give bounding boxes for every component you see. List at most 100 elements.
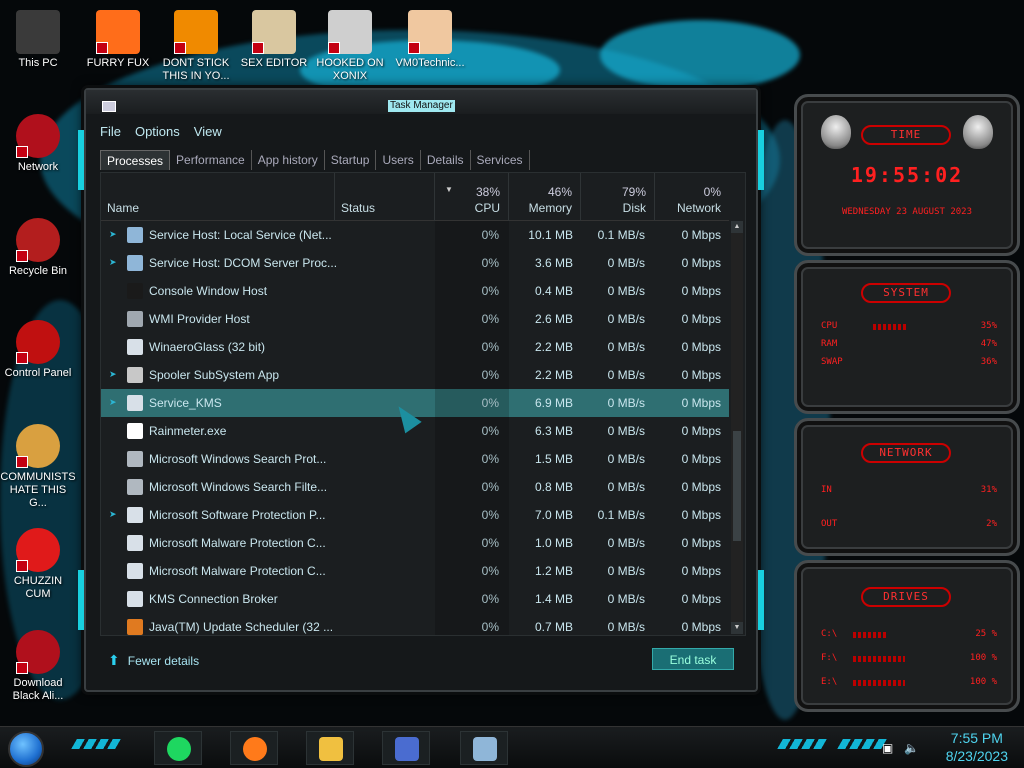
process-row[interactable]: Java(TM) Update Scheduler (32 ... 0% 0.7 M…: [101, 613, 729, 635]
process-row[interactable]: Microsoft Windows Search Prot... 0% 1.5 MB…: [101, 445, 729, 473]
tab-app-history[interactable]: App history: [252, 150, 325, 170]
end-task-button[interactable]: End task: [652, 648, 734, 670]
drives-gadget-title: DRIVES: [861, 587, 951, 607]
process-row[interactable]: Microsoft Windows Search Filte... 0% 0.8 M…: [101, 473, 729, 501]
process-row[interactable]: KMS Connection Broker 0% 1.4 MB 0 MB/s 0 Mbp…: [101, 585, 729, 613]
scrollbar-thumb[interactable]: [733, 431, 741, 541]
tab-processes[interactable]: Processes: [100, 150, 171, 170]
desktop-icon[interactable]: HOOKED ON XONIX: [312, 10, 388, 83]
task-manager-app-icon: [102, 101, 116, 112]
desktop-icon[interactable]: COMMUNISTS HATE THIS G...: [0, 424, 76, 510]
process-row[interactable]: Microsoft Malware Protection C... 0% 1.0 M…: [101, 529, 729, 557]
process-network: 0 Mbps: [681, 396, 721, 410]
column-header-disk[interactable]: 79% Disk: [581, 173, 655, 221]
expand-chevron-icon[interactable]: ➤: [109, 397, 117, 407]
process-row[interactable]: WinaeroGlass (32 bit) 0% 2.2 MB 0 MB/s 0 Mbp…: [101, 333, 729, 361]
process-memory: 6.9 MB: [534, 396, 573, 410]
volume-tray-icon[interactable]: 🔈: [904, 741, 919, 755]
process-cpu: 0%: [481, 508, 499, 522]
shortcut-arrow-icon: [328, 42, 340, 54]
desktop-icon[interactable]: CHUZZIN CUM: [0, 528, 76, 601]
taskbar-pin[interactable]: [154, 731, 202, 765]
process-row[interactable]: Microsoft Malware Protection C... 0% 1.2 M…: [101, 557, 729, 585]
scroll-down-icon[interactable]: ▼: [731, 622, 743, 634]
desktop-icon[interactable]: VM0Technic...: [392, 10, 468, 70]
tab-startup[interactable]: Startup: [325, 150, 377, 170]
start-button[interactable]: [8, 731, 44, 767]
desktop-icon[interactable]: Download Black Ali...: [0, 630, 76, 703]
network-icon: [16, 114, 60, 158]
process-name: Java(TM) Update Scheduler (32 ...: [149, 620, 334, 634]
process-network: 0 Mbps: [681, 592, 721, 606]
taskbar-pin[interactable]: [382, 731, 430, 765]
process-row[interactable]: ➤ Service Host: DCOM Server Proc... 0% 3.6 …: [101, 249, 729, 277]
process-row[interactable]: ➤ Spooler SubSystem App 0% 2.2 MB 0 MB/s 0 Mb…: [101, 361, 729, 389]
column-name-label: Name: [107, 201, 140, 215]
menu-view[interactable]: View: [194, 124, 222, 142]
column-memory-label: Memory: [528, 201, 572, 215]
column-header-name[interactable]: Name: [101, 173, 335, 221]
process-row[interactable]: ➤ Service Host: Local Service (Net... 0% 10…: [101, 221, 729, 249]
taskbar-pin[interactable]: [460, 731, 508, 765]
process-memory: 2.6 MB: [534, 312, 573, 326]
taskbar-pin[interactable]: [306, 731, 354, 765]
process-disk: 0 MB/s: [607, 480, 645, 494]
fewer-details-link[interactable]: ⬆ Fewer details: [108, 652, 199, 669]
title-bar[interactable]: Task Manager: [86, 90, 756, 114]
tab-services[interactable]: Services: [471, 150, 530, 170]
network-tray-icon[interactable]: ▣: [882, 741, 893, 755]
column-header-cpu[interactable]: ▼ 38% CPU: [435, 173, 509, 221]
tab-users[interactable]: Users: [376, 150, 421, 170]
taskbar-pin[interactable]: [230, 731, 278, 765]
column-header-status[interactable]: Status: [335, 173, 435, 221]
process-cpu: 0%: [481, 452, 499, 466]
system-gadget-title: SYSTEM: [861, 283, 951, 303]
desktop-icon-label: SEX EDITOR: [240, 57, 308, 69]
desktop-icon-label: FURRY FUX: [86, 57, 150, 69]
menu-options[interactable]: Options: [135, 124, 180, 142]
tab-details[interactable]: Details: [421, 150, 471, 170]
desktop-icon[interactable]: DONT STICK THIS IN YO...: [158, 10, 234, 83]
process-row[interactable]: WMI Provider Host 0% 2.6 MB 0 MB/s 0 Mbps: [101, 305, 729, 333]
task-manager-window: Task Manager File Options View Processes…: [78, 88, 764, 692]
taskbar-clock[interactable]: 7:55 PM 8/23/2023: [946, 729, 1008, 765]
process-network: 0 Mbps: [681, 620, 721, 634]
process-disk: 0.1 MB/s: [597, 508, 645, 522]
column-header-memory[interactable]: 46% Memory: [509, 173, 581, 221]
fewer-details-label: Fewer details: [127, 654, 200, 668]
desktop-icon[interactable]: Control Panel: [0, 320, 76, 380]
control-panel-icon: [16, 320, 60, 364]
process-icon: [127, 479, 143, 495]
shortcut-arrow-icon: [16, 560, 28, 572]
expand-chevron-icon[interactable]: ➤: [109, 509, 117, 519]
expand-chevron-icon[interactable]: ➤: [109, 369, 117, 379]
process-cpu: 0%: [481, 620, 499, 634]
process-disk: 0 MB/s: [607, 284, 645, 298]
menu-file[interactable]: File: [100, 124, 121, 142]
process-network: 0 Mbps: [681, 508, 721, 522]
process-row[interactable]: ➤ Microsoft Software Protection P... 0% 7.0…: [101, 501, 729, 529]
expand-chevron-icon[interactable]: ➤: [109, 229, 117, 239]
process-row[interactable]: Console Window Host 0% 0.4 MB 0 MB/s 0 Mbps: [101, 277, 729, 305]
system-row-label: SWAP: [821, 357, 843, 367]
tab-performance[interactable]: Performance: [170, 150, 252, 170]
process-icon: [127, 311, 143, 327]
process-name: Service_KMS: [149, 396, 222, 410]
process-icon: [127, 367, 143, 383]
scroll-up-icon[interactable]: ▲: [731, 221, 743, 233]
desktop-icon[interactable]: SEX EDITOR: [236, 10, 312, 70]
desktop-icon-label: Control Panel: [4, 367, 72, 379]
desktop-icon[interactable]: FURRY FUX: [80, 10, 156, 70]
desktop-icon[interactable]: This PC: [0, 10, 76, 70]
process-name: Console Window Host: [149, 284, 268, 298]
vertical-scrollbar[interactable]: ▲ ▼: [731, 221, 743, 634]
desktop-icon[interactable]: Recycle Bin: [0, 218, 76, 278]
column-header-network[interactable]: 0% Network: [655, 173, 729, 221]
expand-chevron-icon[interactable]: ➤: [109, 257, 117, 267]
window-title: Task Manager: [388, 100, 455, 112]
process-network: 0 Mbps: [681, 536, 721, 550]
desktop-icon[interactable]: Network: [0, 114, 76, 174]
process-disk: 0 MB/s: [607, 452, 645, 466]
chevron-up-icon: ⬆: [108, 652, 120, 668]
shortcut-arrow-icon: [96, 42, 108, 54]
